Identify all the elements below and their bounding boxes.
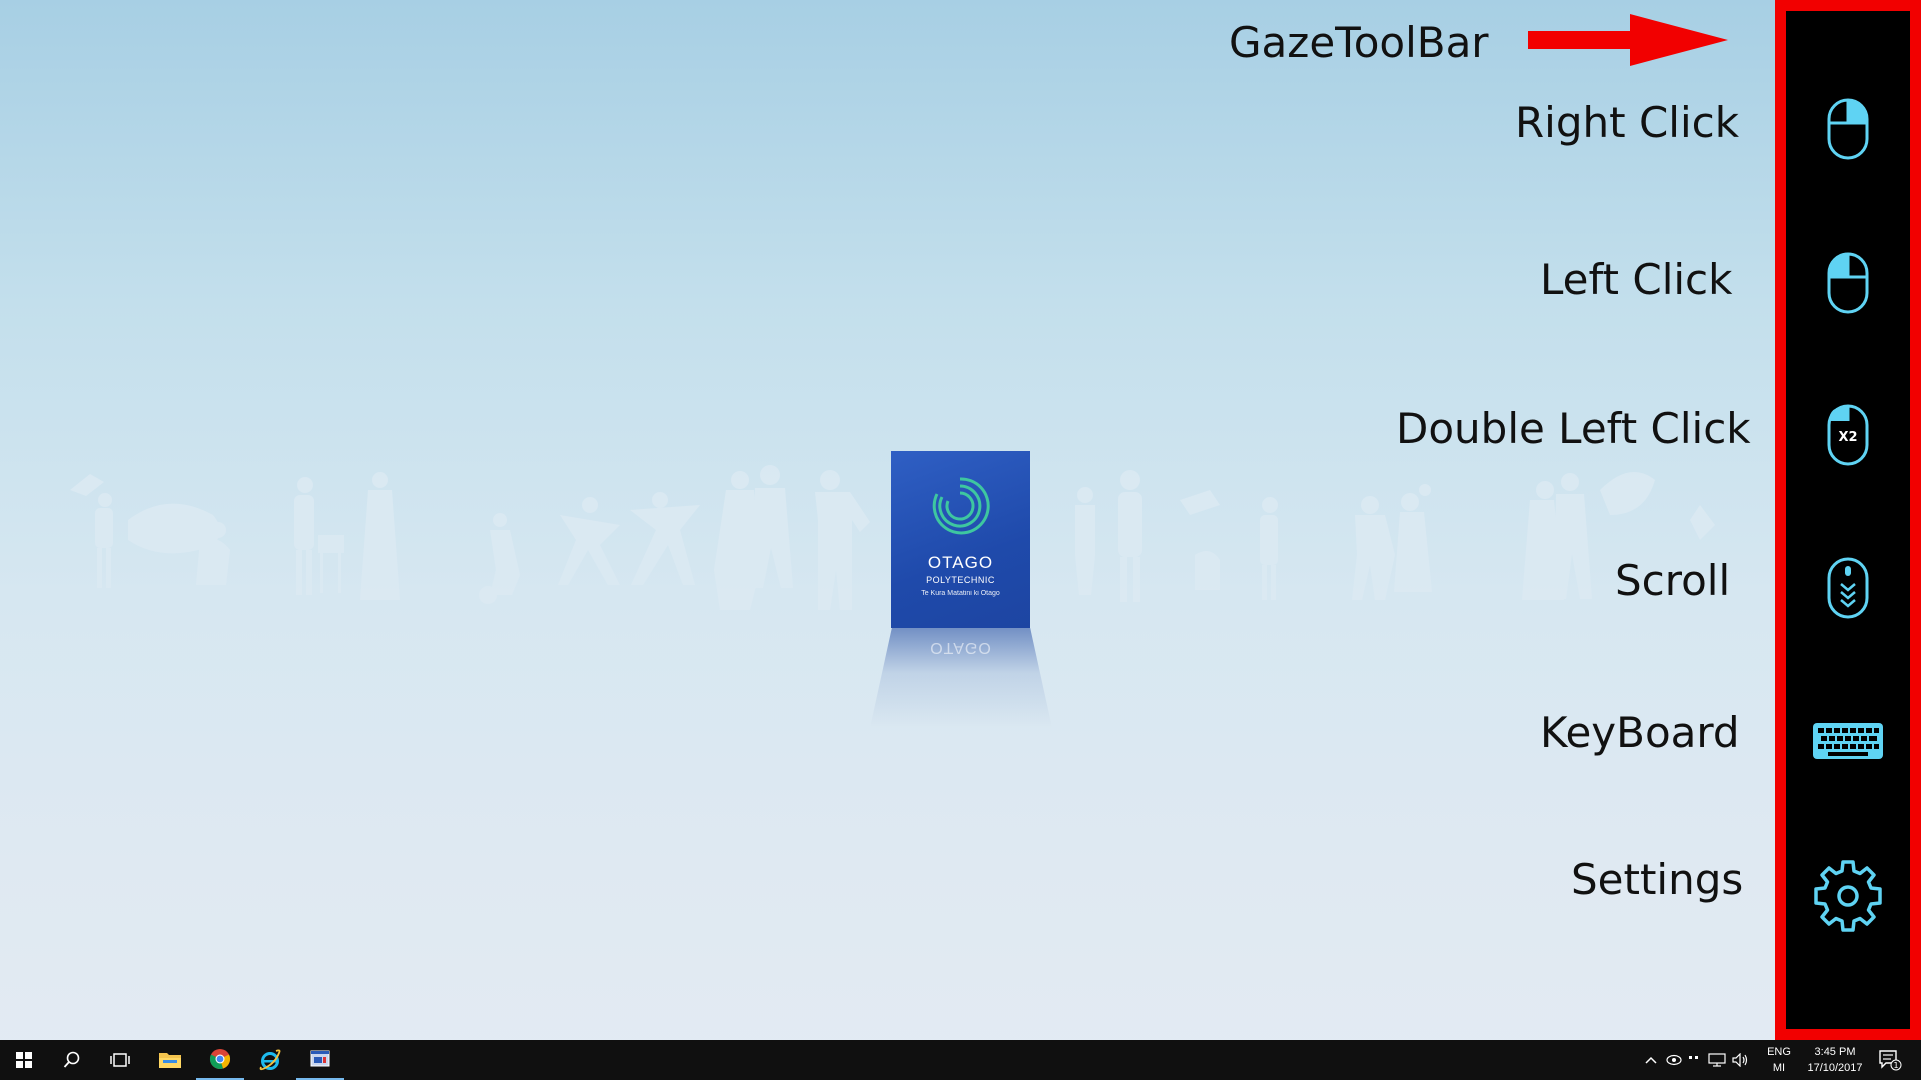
logo-ring-icon <box>932 477 990 535</box>
double-click-badge: X2 <box>1838 430 1857 445</box>
gazetoolbar-app-button[interactable] <box>296 1040 344 1080</box>
silhouette-band <box>70 465 1715 610</box>
keyboard-icon <box>1813 723 1883 759</box>
logo-name: OTAGO <box>927 553 994 572</box>
label-scroll: Scroll <box>1615 556 1731 605</box>
file-explorer-button[interactable] <box>146 1040 194 1080</box>
otago-logo: OTAGO POLYTECHNIC Te Kura Matatini ki Ot… <box>891 451 1030 628</box>
system-tray <box>1644 1040 1756 1080</box>
internet-explorer-icon <box>259 1049 281 1071</box>
left-click-button[interactable] <box>1786 228 1910 338</box>
keyboard-button[interactable] <box>1786 686 1910 796</box>
keyboard-layout-code: MI <box>1772 1062 1786 1074</box>
internet-explorer-button[interactable] <box>246 1040 294 1080</box>
label-right-click: Right Click <box>1515 98 1740 147</box>
windows-logo-icon <box>16 1052 32 1068</box>
mouse-scroll-icon <box>1827 557 1869 619</box>
search-button[interactable] <box>48 1040 96 1080</box>
clock-time: 3:45 PM <box>1814 1046 1856 1058</box>
clock-date: 17/10/2017 <box>1807 1062 1863 1074</box>
double-left-click-button[interactable]: X2 <box>1786 380 1910 490</box>
gaze-toolbar: X2 <box>1775 0 1921 1040</box>
search-icon <box>63 1051 80 1068</box>
app-window-icon <box>310 1050 330 1067</box>
taskbar: ENG MI 3:45 PM 17/10/2017 1 <box>0 1040 1921 1080</box>
language-indicator[interactable]: ENG MI <box>1762 1044 1796 1076</box>
folder-icon <box>159 1053 181 1068</box>
desktop: OTAGO POLYTECHNIC Te Kura Matatini ki Ot… <box>0 0 1921 1040</box>
task-view-button[interactable] <box>96 1040 144 1080</box>
volume-icon[interactable] <box>1732 1053 1750 1067</box>
logo-subtitle: POLYTECHNIC <box>926 575 995 585</box>
label-left-click: Left Click <box>1540 255 1733 304</box>
label-gazetoolbar: GazeToolBar <box>1229 18 1489 67</box>
logo-tagline: Te Kura Matatini ki Otago <box>921 590 1000 597</box>
notification-icon: 1 <box>1879 1050 1902 1071</box>
clock[interactable]: 3:45 PM 17/10/2017 <box>1800 1044 1870 1076</box>
logo-reflection-text: OTAGO <box>930 639 992 656</box>
network-icon[interactable] <box>1708 1053 1726 1067</box>
red-arrow-icon <box>1528 14 1728 66</box>
logo-reflection: OTAGO <box>870 628 1052 728</box>
label-double-left-click: Double Left Click <box>1396 404 1751 453</box>
start-button[interactable] <box>0 1040 48 1080</box>
eye-tracker-icon[interactable] <box>1666 1054 1682 1066</box>
tray-dots-icon[interactable] <box>1688 1054 1700 1066</box>
chrome-button[interactable] <box>196 1040 244 1080</box>
scroll-button[interactable] <box>1786 533 1910 643</box>
right-click-button[interactable] <box>1786 74 1910 184</box>
label-keyboard: KeyBoard <box>1540 708 1740 757</box>
mouse-left-click-icon <box>1827 252 1869 314</box>
chrome-icon <box>209 1049 231 1069</box>
action-center-button[interactable]: 1 <box>1866 1040 1914 1080</box>
mouse-right-click-icon <box>1827 98 1869 160</box>
notification-count: 1 <box>1893 1061 1898 1070</box>
chevron-up-icon[interactable] <box>1644 1055 1658 1065</box>
gear-icon <box>1814 860 1882 932</box>
mouse-double-click-icon: X2 <box>1827 404 1869 466</box>
task-view-icon <box>110 1053 130 1067</box>
settings-button[interactable] <box>1786 841 1910 951</box>
language-code: ENG <box>1767 1046 1791 1058</box>
label-settings: Settings <box>1571 855 1744 904</box>
